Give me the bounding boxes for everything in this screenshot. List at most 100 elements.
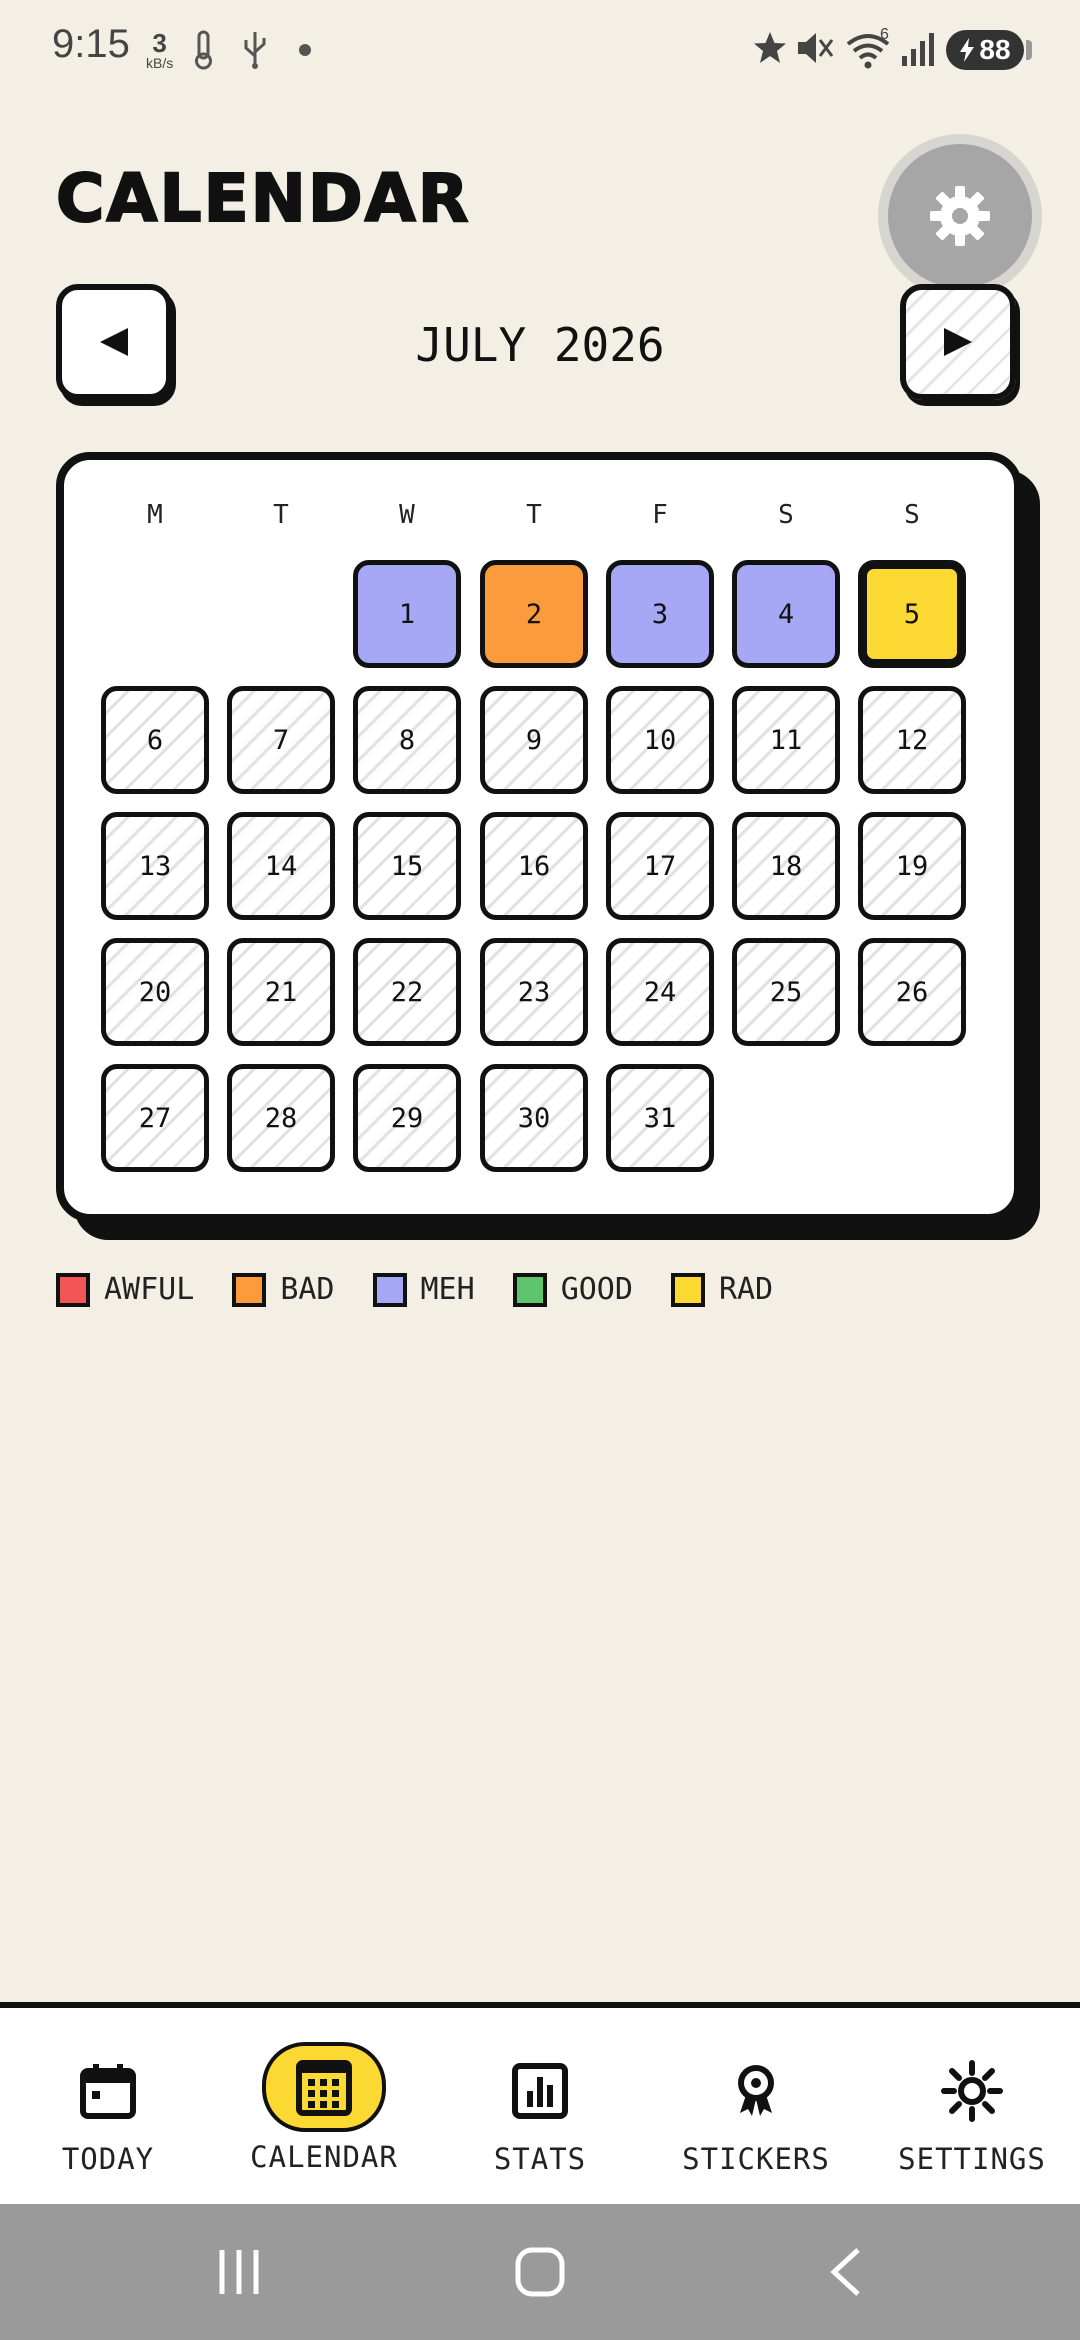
calendar-day-number: 30 xyxy=(517,1102,551,1134)
calendar-day[interactable]: 16 xyxy=(480,812,588,920)
triangle-left-icon xyxy=(100,328,128,356)
legend-label: MEH xyxy=(420,1272,475,1307)
nav-stickers[interactable]: STICKERS xyxy=(648,2008,864,2204)
charging-icon xyxy=(960,38,975,62)
calendar-day-number: 3 xyxy=(651,598,669,630)
calendar-day[interactable]: 30 xyxy=(480,1064,588,1172)
nav-settings[interactable]: SETTINGS xyxy=(864,2008,1080,2204)
calendar-day[interactable]: 7 xyxy=(227,686,335,794)
calendar-day-number: 23 xyxy=(517,976,551,1008)
calendar-day[interactable]: 29 xyxy=(353,1064,461,1172)
page-title: CALENDAR xyxy=(55,159,471,238)
calendar-day[interactable]: 4 xyxy=(732,560,840,668)
calendar-day-number: 11 xyxy=(769,724,803,756)
weekday-label: T xyxy=(526,500,542,530)
calendar-day-number: 1 xyxy=(398,598,416,630)
calendar-day[interactable]: 1 xyxy=(353,560,461,668)
calendar-day[interactable]: 28 xyxy=(227,1064,335,1172)
calendar-day-number: 8 xyxy=(398,724,416,756)
calendar-day[interactable]: 23 xyxy=(480,938,588,1046)
home-icon[interactable] xyxy=(514,2246,566,2298)
calendar-day[interactable]: 24 xyxy=(606,938,714,1046)
award-badge-icon xyxy=(694,2048,818,2134)
legend-label: AWFUL xyxy=(104,1272,195,1307)
calendar-day[interactable]: 2 xyxy=(480,560,588,668)
nav-calendar[interactable]: CALENDAR xyxy=(216,2008,432,2204)
weekday-label: M xyxy=(147,500,163,530)
status-time: 9:15 xyxy=(52,22,130,66)
star-icon xyxy=(754,32,786,63)
calendar-day-number: 19 xyxy=(895,850,929,882)
legend-swatch xyxy=(56,1272,90,1307)
calendar-day-number: 4 xyxy=(777,598,795,630)
calendar-day-number: 20 xyxy=(138,976,172,1008)
thermometer-icon xyxy=(195,30,212,70)
previous-month-button[interactable] xyxy=(56,284,172,400)
wifi-badge: 6 xyxy=(880,26,889,43)
calendar-day-number: 18 xyxy=(769,850,803,882)
recent-apps-icon[interactable] xyxy=(214,2246,264,2298)
calendar-day-icon xyxy=(46,2048,170,2134)
system-navigation-bar xyxy=(0,2204,1080,2340)
back-icon[interactable] xyxy=(826,2246,866,2298)
calendar-day[interactable]: 19 xyxy=(858,812,966,920)
nav-calendar-label: CALENDAR xyxy=(250,2140,398,2174)
calendar-day[interactable]: 22 xyxy=(353,938,461,1046)
calendar-day-number: 10 xyxy=(643,724,677,756)
network-speed: 3 kB/s xyxy=(146,30,173,70)
settings-button[interactable] xyxy=(888,144,1032,288)
sun-gear-icon xyxy=(910,2048,1034,2134)
calendar-day[interactable]: 9 xyxy=(480,686,588,794)
bottom-navigation: TODAY CALENDAR STATS STICKERS SETTINGS xyxy=(0,2002,1080,2204)
weekday-label: S xyxy=(904,500,920,530)
legend-item: MEH xyxy=(372,1272,475,1307)
calendar-day-number: 29 xyxy=(390,1102,424,1134)
calendar-day-number: 17 xyxy=(643,850,677,882)
weekday-label: T xyxy=(273,500,289,530)
status-bar: 9:15 3 kB/s 6 88 xyxy=(0,0,1080,100)
calendar-day[interactable]: 8 xyxy=(353,686,461,794)
nav-settings-label: SETTINGS xyxy=(898,2142,1046,2176)
calendar-day[interactable]: 13 xyxy=(101,812,209,920)
calendar-day-number: 14 xyxy=(264,850,298,882)
calendar-day[interactable]: 17 xyxy=(606,812,714,920)
calendar-day-number: 7 xyxy=(272,724,290,756)
weekday-label: W xyxy=(399,500,415,530)
next-month-button[interactable] xyxy=(900,284,1016,400)
calendar-day[interactable]: 5 xyxy=(858,560,966,668)
calendar-day-number: 24 xyxy=(643,976,677,1008)
calendar-day[interactable]: 3 xyxy=(606,560,714,668)
nav-today[interactable]: TODAY xyxy=(0,2008,216,2204)
calendar-day-number: 9 xyxy=(525,724,543,756)
calendar-day[interactable]: 12 xyxy=(858,686,966,794)
calendar-day[interactable]: 21 xyxy=(227,938,335,1046)
legend-swatch xyxy=(372,1272,407,1307)
calendar-day[interactable]: 27 xyxy=(101,1064,209,1172)
nav-stickers-label: STICKERS xyxy=(682,2142,830,2176)
calendar-day[interactable]: 15 xyxy=(353,812,461,920)
calendar-day-number: 16 xyxy=(517,850,551,882)
calendar-day[interactable]: 31 xyxy=(606,1064,714,1172)
calendar-day-number: 25 xyxy=(769,976,803,1008)
calendar-day-number: 31 xyxy=(643,1102,677,1134)
battery-indicator: 88 xyxy=(946,30,1032,70)
month-label: JULY 2026 xyxy=(415,318,665,372)
nav-today-label: TODAY xyxy=(61,2142,155,2176)
calendar-day[interactable]: 25 xyxy=(732,938,840,1046)
legend-item: GOOD xyxy=(512,1272,633,1307)
calendar-day[interactable]: 11 xyxy=(732,686,840,794)
calendar-day[interactable]: 10 xyxy=(606,686,714,794)
calendar-day[interactable]: 20 xyxy=(101,938,209,1046)
legend-item: RAD xyxy=(670,1272,773,1307)
calendar-day[interactable]: 18 xyxy=(732,812,840,920)
legend-item: AWFUL xyxy=(56,1272,194,1307)
calendar-day-number: 28 xyxy=(264,1102,298,1134)
calendar-day[interactable]: 6 xyxy=(101,686,209,794)
calendar-day-number: 12 xyxy=(895,724,929,756)
calendar-day[interactable]: 26 xyxy=(858,938,966,1046)
network-speed-unit: kB/s xyxy=(146,55,174,71)
calendar-day[interactable]: 14 xyxy=(227,812,335,920)
nav-stats[interactable]: STATS xyxy=(432,2008,648,2204)
legend-label: GOOD xyxy=(560,1272,633,1307)
calendar-day-number: 6 xyxy=(146,724,164,756)
